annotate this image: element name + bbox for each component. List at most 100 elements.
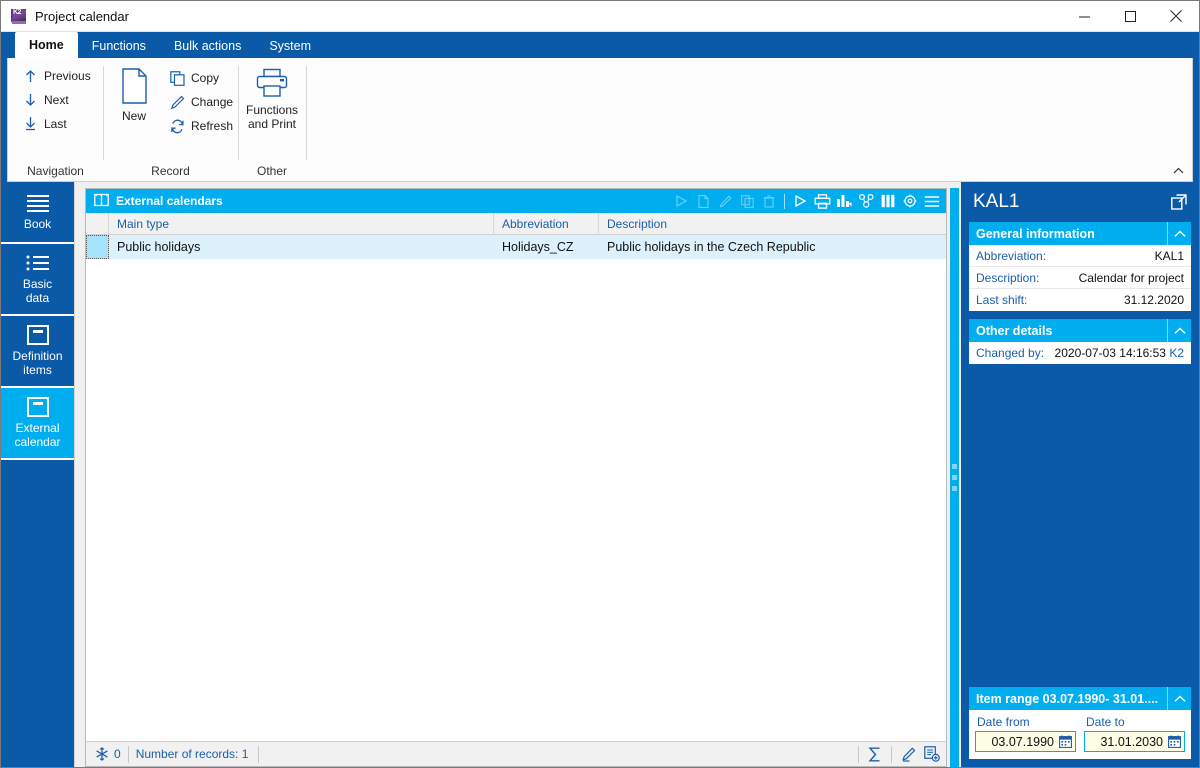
columns-icon[interactable] [878,191,898,211]
field-changed-by-label: Changed by: [976,346,1045,360]
maximize-button[interactable] [1107,1,1153,32]
section-other-details-title: Other details [976,323,1053,338]
splitter-bar[interactable] [949,188,959,767]
grid-header-abbreviation[interactable]: Abbreviation [494,213,599,235]
ribbon-body: Previous Next Last Navigation New Copy C… [7,58,1193,182]
hamburger-menu-icon[interactable] [922,191,942,211]
book-open-icon [94,193,109,210]
field-description-label: Description: [976,270,1040,285]
run-icon[interactable] [790,191,810,211]
section-other-details-header[interactable]: Other details [969,319,1191,342]
ribbon-previous-label: Previous [44,69,91,83]
ribbon-last-button[interactable]: Last [16,113,97,135]
row-selector-cell[interactable] [86,235,109,259]
close-button[interactable] [1153,1,1199,32]
details-header: KAL1 [961,182,1199,222]
settings-gear-icon[interactable] [900,191,920,211]
sidebar-item-basic-data-label-1: Basic [22,277,53,291]
chevron-up-icon[interactable] [1167,687,1191,710]
field-last-shift-value: 31.12.2020 [1123,293,1184,307]
pencil-edit-icon[interactable] [898,744,918,764]
field-abbreviation-label: Abbreviation: [976,248,1047,263]
grid-header-main-type[interactable]: Main type [109,213,494,235]
ribbon-functions-print-label-2: and Print [247,117,297,131]
add-document-icon[interactable] [922,744,942,764]
ribbon-copy-label: Copy [191,71,220,85]
ribbon-last-label: Last [44,117,67,131]
date-from-label: Date from [977,715,1030,729]
grid-title: External calendars [116,194,223,208]
ribbon-refresh-button[interactable]: Refresh [163,115,239,137]
ribbon-new-button[interactable]: New [111,64,157,123]
sidebar-item-basic-data[interactable]: Basic data [1,244,74,316]
calendar-icon[interactable] [1167,735,1181,749]
ribbon-refresh-label: Refresh [191,119,234,133]
sidebar-item-definition-items-label-1: Definition [12,349,63,363]
print-icon[interactable] [812,191,832,211]
grid-header-index [86,213,109,235]
ribbon-tabs: Home Functions Bulk actions System [7,32,1193,58]
ribbon-functions-and-print-button[interactable]: Functions and Print [244,64,300,131]
bullet-list-icon [25,252,51,274]
snowflake-filter-icon[interactable] [92,744,112,764]
field-abbreviation-value: KAL1 [1154,248,1184,263]
section-general-information: General information Abbreviation: KAL1 D… [969,222,1191,311]
ribbon-group-navigation-label: Navigation [27,164,84,178]
new-record-dim-icon [693,191,713,211]
chevron-up-icon[interactable] [1167,319,1191,342]
records-count-label: Number of records: 1 [135,747,249,761]
date-to-field: Date to 31.01.2030 [1084,714,1185,752]
status-right-tools [856,744,942,764]
chevron-up-icon[interactable] [1167,222,1191,245]
grid-rows: Public holidays Holidays_CZ Public holid… [86,235,946,741]
tab-home[interactable]: Home [15,32,78,58]
section-general-information-title: General information [976,226,1095,241]
tab-system[interactable]: System [255,34,325,58]
date-to-input[interactable]: 31.01.2030 [1084,731,1185,752]
field-abbreviation: Abbreviation: KAL1 [969,245,1191,267]
sidebar-item-external-calendar-label-1: External [15,421,60,435]
sidebar-item-external-calendar[interactable]: External calendar [1,388,74,460]
ribbon-next-button[interactable]: Next [16,89,97,111]
calendar-icon[interactable] [1058,735,1072,749]
application-window: K2 Project calendar Home Functions Bulk … [0,0,1200,768]
section-other-details: Other details Changed by: 2020-07-03 14:… [969,319,1191,364]
splitter-dot [951,475,957,480]
panel-splitter[interactable] [947,182,961,767]
section-item-range-header[interactable]: Item range 03.07.1990- 31.01.... [969,687,1191,710]
ribbon-new-label: New [121,109,146,123]
section-other-details-body: Changed by: 2020-07-03 14:16:53 K2 [969,342,1191,364]
delete-dim-icon [759,191,779,211]
tab-functions[interactable]: Functions [78,34,160,58]
section-general-information-header[interactable]: General information [969,222,1191,245]
date-to-label: Date to [1086,715,1125,729]
sidebar-item-book[interactable]: Book [1,182,74,244]
ribbon: Home Functions Bulk actions System Previ… [1,32,1199,182]
chart-icon[interactable] [834,191,854,211]
sidebar-item-definition-items-label-2: items [23,363,52,377]
ribbon-copy-button[interactable]: Copy [163,67,239,89]
archive-box-icon [26,324,50,346]
sidebar-item-book-label: Book [23,217,52,231]
open-in-new-window-icon[interactable] [1169,192,1189,212]
ribbon-change-button[interactable]: Change [163,91,239,113]
minimize-button[interactable] [1061,1,1107,32]
field-last-shift: Last shift: 31.12.2020 [969,289,1191,311]
grid-header-description[interactable]: Description [599,213,946,235]
sum-sigma-icon[interactable] [865,744,885,764]
ribbon-group-record-label: Record [151,164,190,178]
field-changed-by-user: K2 [1169,346,1184,360]
table-row[interactable]: Public holidays Holidays_CZ Public holid… [86,235,946,259]
field-description: Description: Calendar for project [969,267,1191,289]
k2-logo-icon: K2 [11,8,27,24]
tab-bulk-actions[interactable]: Bulk actions [160,34,255,58]
sidebar: Book Basic data Definition items Externa… [1,182,75,767]
date-from-input[interactable]: 03.07.1990 [975,731,1076,752]
group-tree-icon[interactable] [856,191,876,211]
archive-box-icon [26,396,50,418]
ribbon-previous-button[interactable]: Previous [16,65,97,87]
date-from-field: Date from 03.07.1990 [975,714,1076,752]
collapse-ribbon-chevron[interactable] [1170,163,1186,179]
sidebar-item-definition-items[interactable]: Definition items [1,316,74,388]
title-bar: K2 Project calendar [1,1,1199,32]
